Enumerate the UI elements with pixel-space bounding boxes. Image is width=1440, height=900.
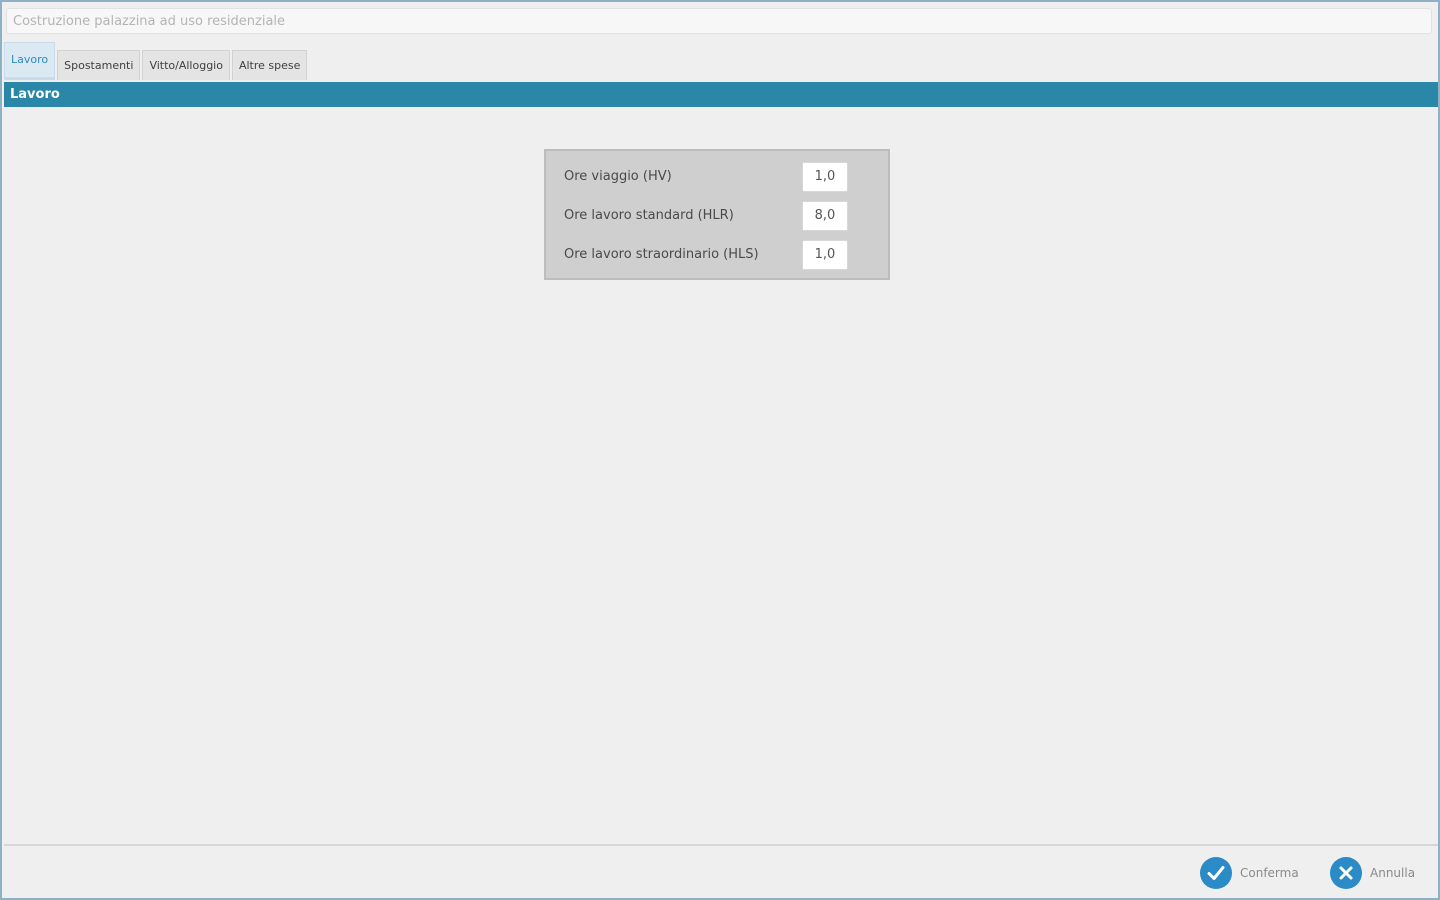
overtime-hours-input[interactable]: 1,0 <box>802 240 848 270</box>
tab-vitto-alloggio[interactable]: Vitto/Alloggio <box>142 50 230 80</box>
travel-hours-label: Ore viaggio (HV) <box>564 169 672 184</box>
form-row-overtime-hours: Ore lavoro straordinario (HLS) 1,0 <box>564 240 854 270</box>
tab-spostamenti[interactable]: Spostamenti <box>57 50 141 80</box>
standard-hours-input[interactable]: 8,0 <box>802 201 848 231</box>
overtime-hours-label: Ore lavoro straordinario (HLS) <box>564 247 759 262</box>
confirm-button[interactable]: Conferma <box>1200 856 1299 890</box>
dialog-window: Costruzione palazzina ad uso residenzial… <box>0 0 1440 900</box>
confirm-label: Conferma <box>1240 866 1299 880</box>
close-icon <box>1330 857 1362 889</box>
cancel-label: Annulla <box>1370 866 1416 880</box>
check-icon <box>1200 857 1232 889</box>
standard-hours-label: Ore lavoro standard (HLR) <box>564 208 734 223</box>
cancel-button[interactable]: Annulla <box>1330 856 1415 890</box>
tab-lavoro[interactable]: Lavoro <box>4 42 56 80</box>
job-title-field[interactable]: Costruzione palazzina ad uso residenzial… <box>6 8 1432 34</box>
tab-altre-spese[interactable]: Altre spese <box>231 50 308 80</box>
section-header: Lavoro <box>4 82 1438 107</box>
tab-bar: Lavoro Spostamenti Vitto/Alloggio Altre … <box>4 42 309 80</box>
form-row-standard-hours: Ore lavoro standard (HLR) 8,0 <box>564 201 854 231</box>
travel-hours-input[interactable]: 1,0 <box>802 162 848 192</box>
form-row-travel-hours: Ore viaggio (HV) 1,0 <box>564 162 854 192</box>
footer-bar: Conferma Annulla <box>4 846 1438 898</box>
hours-form-panel: Ore viaggio (HV) 1,0 Ore lavoro standard… <box>544 149 890 280</box>
